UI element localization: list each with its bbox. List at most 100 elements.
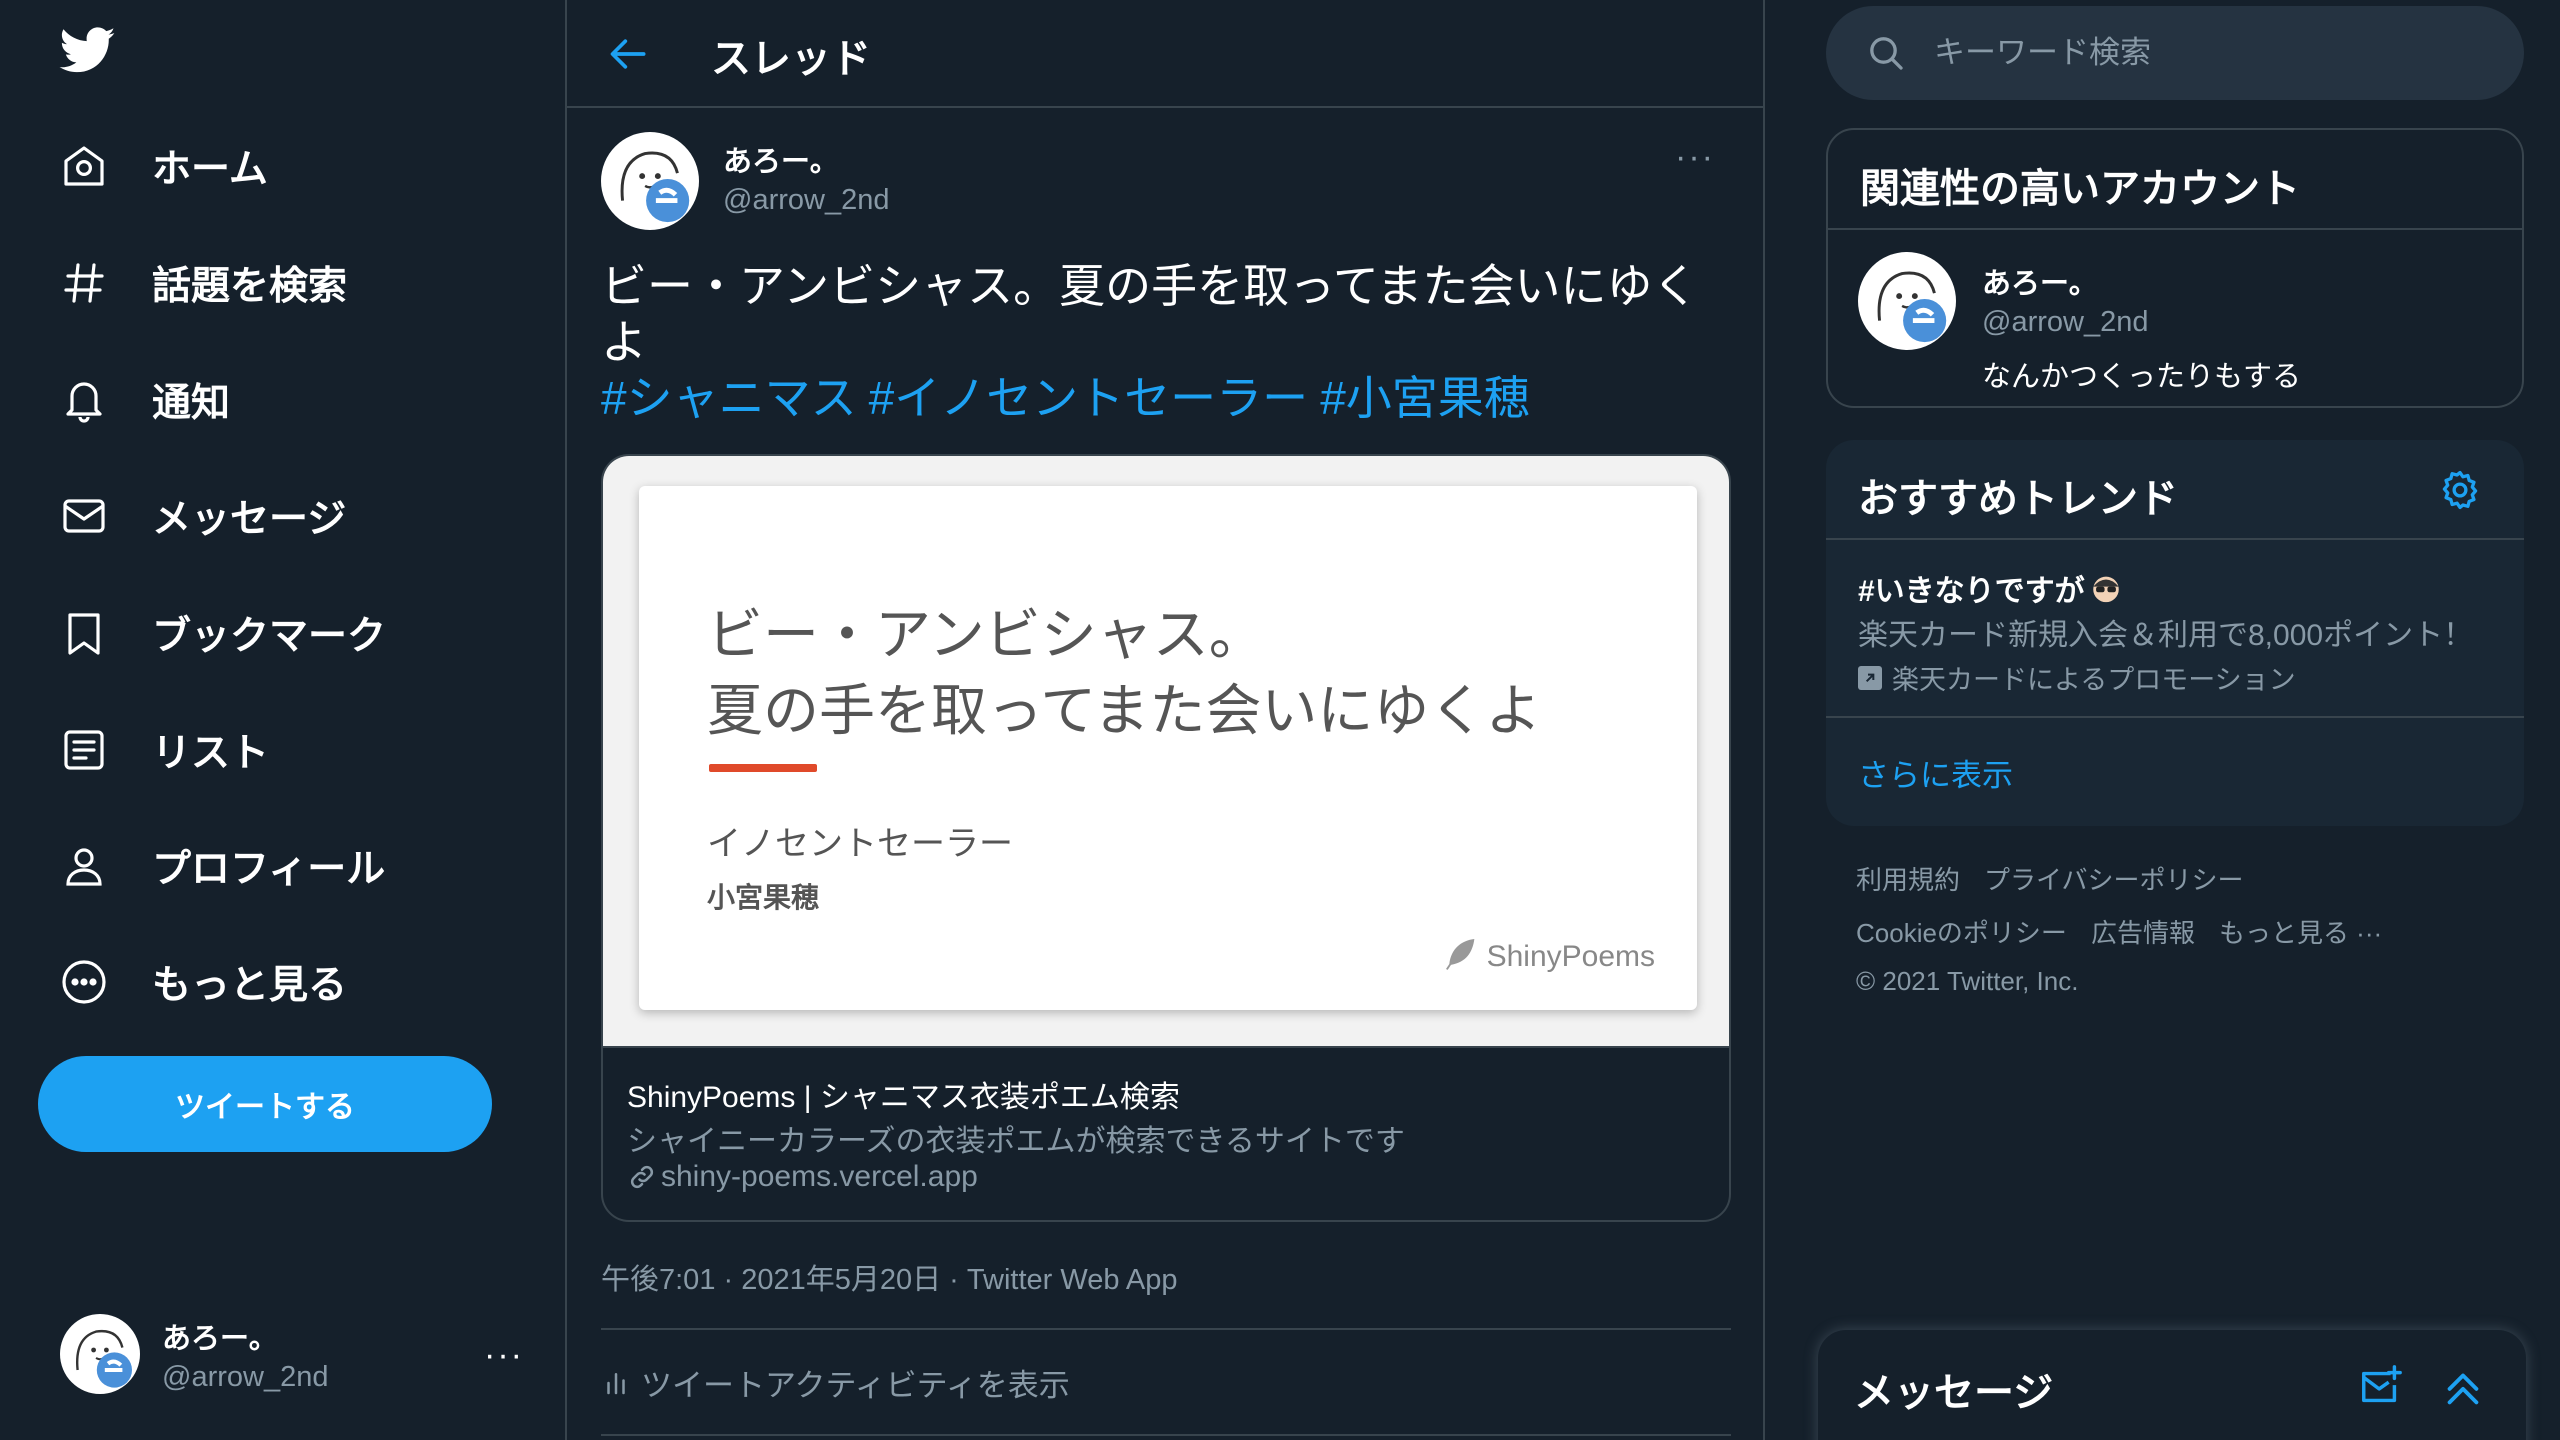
- nav-home[interactable]: ホーム: [56, 126, 268, 206]
- footer-link-terms[interactable]: 利用規約: [1856, 860, 1960, 897]
- card-info: ShinyPoems | シャニマス衣装ポエム検索 シャイニーカラーズの衣装ポエ…: [603, 1046, 1729, 1220]
- tweet-text: ビー・アンビシャス。夏の手を取ってまた会いにゆくよ: [601, 260, 1699, 368]
- link-icon: [627, 1162, 657, 1192]
- nav-lists-label: リスト: [152, 732, 270, 775]
- show-more-link[interactable]: さらに表示: [1858, 750, 2013, 795]
- trend-promotion: 楽天カードによるプロモーション: [1858, 658, 2296, 697]
- card-link-text: shiny-poems.vercel.app: [661, 1160, 978, 1193]
- nav-messages-label: メッセージ: [152, 498, 347, 541]
- trend-item[interactable]: #いきなりですが 楽天カード新規入会＆利用で8,000ポイント！ 楽天カードによ…: [1826, 540, 2524, 718]
- nav-bookmarks-label: ブックマーク: [152, 615, 387, 658]
- main-column: スレッド あろー。 @arrow_2nd ··· ビー・アンビシャス。夏の手を取…: [565, 0, 1765, 1440]
- gear-icon[interactable]: [2438, 468, 2482, 512]
- left-sidebar: ホーム 話題を検索 通知 メッセージ ブックマーク リスト プロフィール もっと…: [0, 0, 565, 1440]
- tweet-hashtags: #シャニマス #イノセントセーラー #小宮果穂: [601, 370, 1542, 426]
- new-message-icon[interactable]: [2358, 1364, 2404, 1410]
- account-name: あろー。: [162, 1322, 278, 1355]
- trend-tag-text: #いきなりですが: [1858, 575, 2085, 608]
- home-icon: [56, 138, 112, 194]
- tweet-activity-link[interactable]: ツイートアクティビティを表示: [601, 1360, 1070, 1405]
- feather-icon: [1441, 934, 1481, 979]
- trend-promotion-text: 楽天カードによるプロモーション: [1892, 665, 2296, 695]
- poem-idol: 小宮果穂: [707, 882, 820, 913]
- bookmark-icon: [56, 605, 112, 661]
- tweet-author-handle[interactable]: @arrow_2nd: [723, 184, 889, 217]
- poem-costume: イノセントセーラー: [707, 825, 1013, 863]
- divider: [601, 1434, 1731, 1436]
- brand-name: ShinyPoems: [1486, 939, 1655, 973]
- link-card[interactable]: ビー・アンビシャス。 夏の手を取ってまた会いにゆくよ イノセントセーラー 小宮果…: [601, 454, 1731, 1222]
- nav-home-label: ホーム: [152, 148, 268, 191]
- promoted-icon: [1858, 665, 1882, 690]
- related-user-name: あろー。: [1982, 268, 2098, 300]
- person-icon: [56, 838, 112, 894]
- list-icon: [56, 722, 112, 778]
- trend-description: 楽天カード新規入会＆利用で8,000ポイント！: [1858, 619, 2474, 652]
- nav-profile[interactable]: プロフィール: [56, 826, 385, 906]
- trend-tag: #いきなりですが: [1858, 566, 2123, 610]
- footer-link-cookies[interactable]: Cookieのポリシー: [1856, 913, 2067, 950]
- related-accounts-panel: 関連性の高いアカウント あろー。 @arrow_2nd なんかつくったりもする: [1826, 128, 2524, 408]
- thread-header: スレッド: [567, 0, 1763, 108]
- hashtag-link[interactable]: #イノセントセーラー: [869, 372, 1309, 424]
- avatar: [60, 1314, 140, 1394]
- divider: [601, 1328, 1731, 1330]
- nav-notifications[interactable]: 通知: [56, 360, 230, 440]
- bell-icon: [56, 372, 112, 428]
- trends-panel: おすすめトレンド #いきなりですが 楽天カード新規入会＆利用で8,000ポイント…: [1826, 440, 2524, 826]
- poem-line-2: 夏の手を取ってまた会いにゆくよ: [707, 679, 1542, 744]
- hashtag-link[interactable]: #シャニマス: [601, 372, 857, 424]
- tweet-header: あろー。 @arrow_2nd ···: [601, 132, 1731, 232]
- search-input[interactable]: [1934, 35, 2494, 71]
- nav-messages[interactable]: メッセージ: [56, 476, 346, 556]
- twitter-bird-icon[interactable]: [56, 22, 120, 78]
- nav-explore-label: 話題を検索: [152, 265, 348, 308]
- messages-drawer[interactable]: メッセージ: [1818, 1330, 2526, 1440]
- footer-link-more[interactable]: もっと見る ···: [2219, 913, 2382, 950]
- tweet-timestamp[interactable]: 午後7:01 · 2021年5月20日 · Twitter Web App: [601, 1256, 1178, 1298]
- account-more-icon[interactable]: ···: [484, 1336, 524, 1375]
- nav-profile-label: プロフィール: [152, 848, 386, 891]
- account-switcher[interactable]: あろー。 @arrow_2nd ···: [60, 1306, 530, 1402]
- trends-title: おすすめトレンド: [1858, 477, 2178, 521]
- related-accounts-header: 関連性の高いアカウント: [1828, 130, 2522, 230]
- poem-accent-bar: [709, 764, 817, 772]
- nav-bookmarks[interactable]: ブックマーク: [56, 593, 386, 673]
- search-bar: [1826, 6, 2524, 100]
- poem-card: ビー・アンビシャス。 夏の手を取ってまた会いにゆくよ イノセントセーラー 小宮果…: [639, 486, 1697, 1010]
- footer-copyright: © 2021 Twitter, Inc.: [1856, 966, 2079, 996]
- footer-link-privacy[interactable]: プライバシーポリシー: [1984, 860, 2243, 897]
- page-title: スレッド: [711, 37, 871, 81]
- nav-notifications-label: 通知: [152, 382, 231, 425]
- related-user-bio: なんかつくったりもする: [1982, 361, 2302, 393]
- messages-drawer-title: メッセージ: [1854, 1371, 2054, 1415]
- hashtag-icon: [56, 255, 112, 311]
- poem-line-1: ビー・アンビシャス。: [707, 603, 1265, 668]
- brand-logo: ShinyPoems: [1441, 934, 1655, 979]
- related-user-handle: @arrow_2nd: [1982, 306, 2149, 338]
- tweet-more-icon[interactable]: ···: [1675, 138, 1715, 177]
- tweet-button[interactable]: ツイートする: [38, 1056, 492, 1152]
- chevron-up-icon[interactable]: [2440, 1364, 2486, 1410]
- nav-more[interactable]: もっと見る: [56, 942, 347, 1022]
- tweet-author-name[interactable]: あろー。: [723, 138, 889, 180]
- bar-chart-icon: [601, 1368, 631, 1398]
- back-arrow-icon[interactable]: [607, 32, 651, 76]
- tweet-activity-label: ツイートアクティビティを表示: [641, 1368, 1070, 1403]
- search-icon: [1866, 33, 1906, 73]
- card-link: shiny-poems.vercel.app: [627, 1160, 978, 1194]
- hashtag-link[interactable]: #小宮果穂: [1320, 372, 1530, 424]
- more-circle-icon: [56, 954, 112, 1010]
- nav-lists[interactable]: リスト: [56, 710, 269, 790]
- related-accounts-title: 関連性の高いアカウント: [1860, 167, 2300, 211]
- card-title: ShinyPoems | シャニマス衣装ポエム検索: [627, 1081, 1180, 1114]
- footer-link-ads[interactable]: 広告情報: [2091, 913, 2195, 950]
- footer-links: 利用規約 プライバシーポリシー Cookieのポリシー 広告情報 もっと見る ·…: [1856, 860, 2496, 1013]
- nav-explore[interactable]: 話題を検索: [56, 243, 347, 323]
- tweet-author-avatar[interactable]: [601, 132, 699, 230]
- envelope-icon: [56, 488, 112, 544]
- card-description: シャイニーカラーズの衣装ポエムが検索できるサイトです: [627, 1125, 1405, 1158]
- account-handle: @arrow_2nd: [162, 1360, 329, 1393]
- hashflag-icon: [2089, 571, 2123, 605]
- nav-more-label: もっと見る: [152, 964, 348, 1007]
